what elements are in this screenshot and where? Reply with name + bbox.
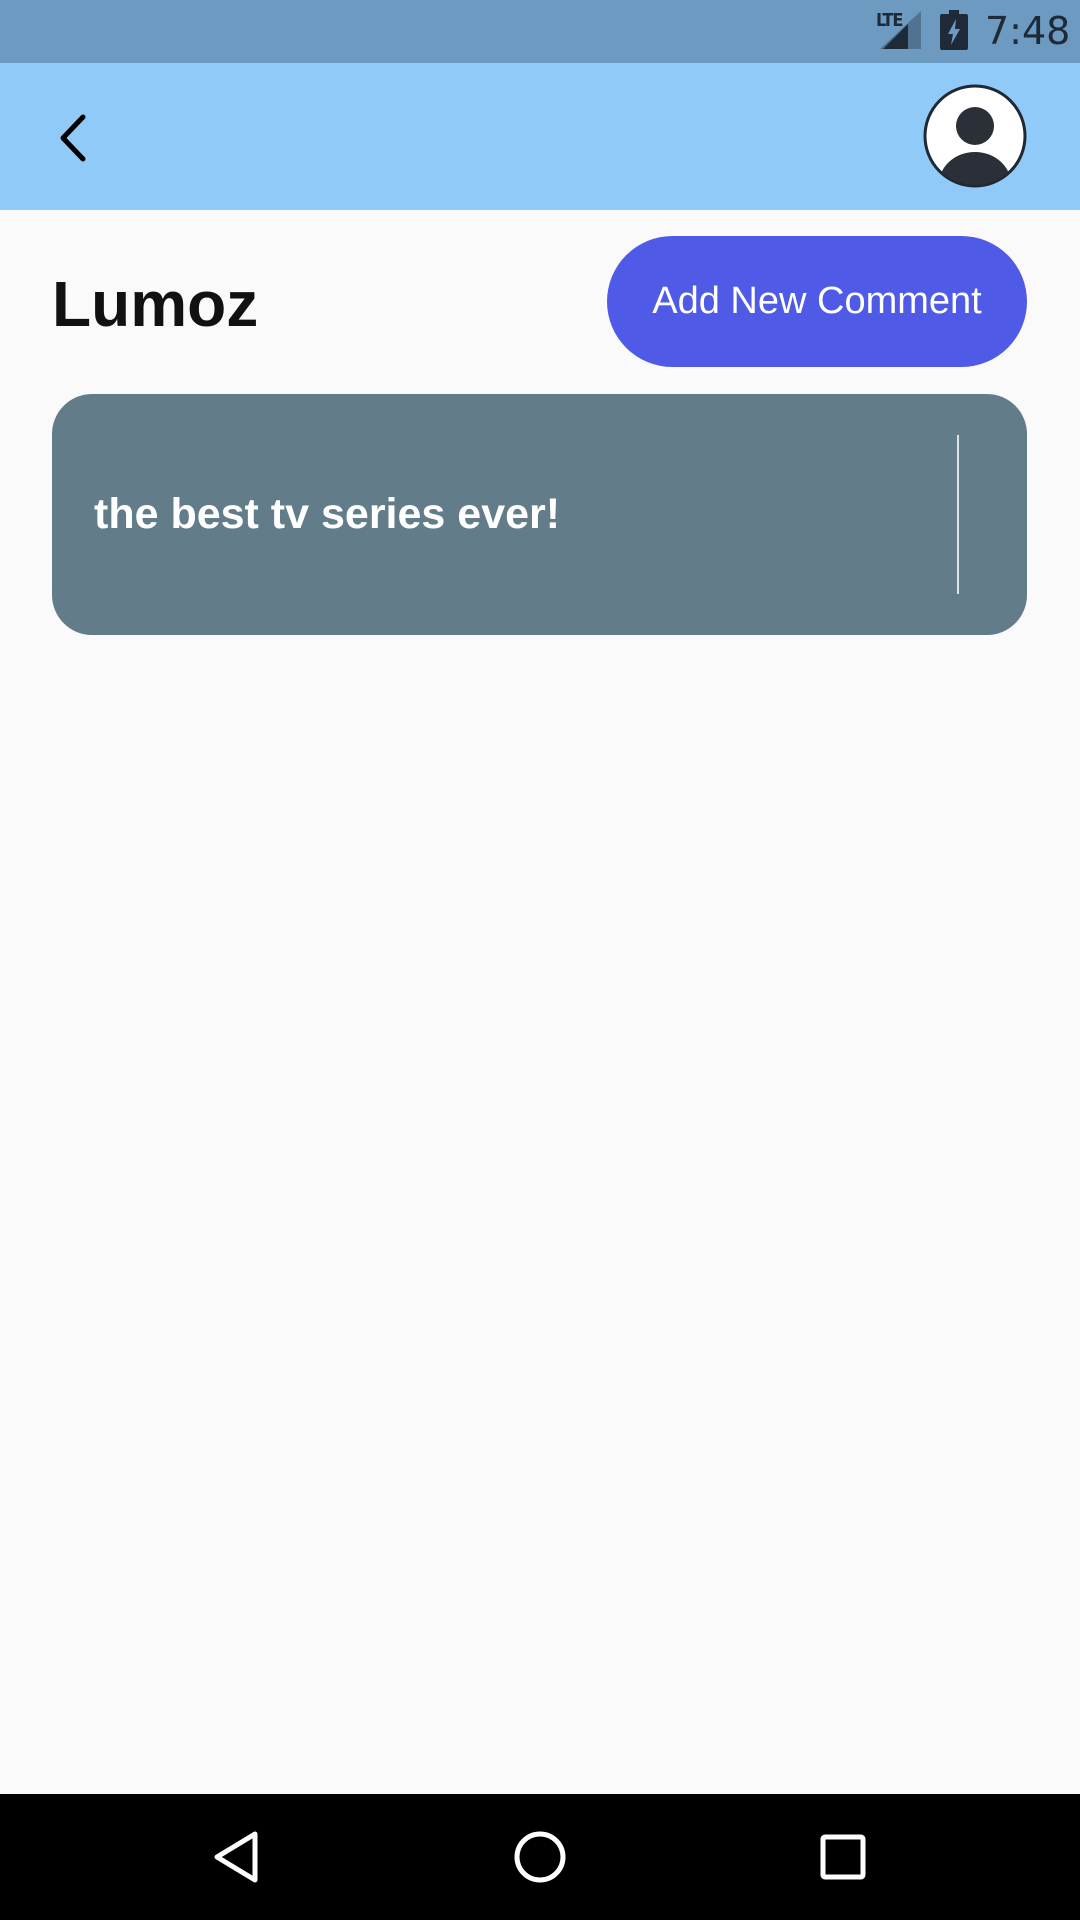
battery-charging-icon <box>940 10 968 50</box>
nav-recents-button[interactable] <box>810 1824 876 1890</box>
nav-home-icon <box>514 1831 566 1883</box>
app-bar <box>0 63 1080 210</box>
comment-card[interactable]: the best tv series ever! <box>52 394 1027 635</box>
status-bar: LTE 7:48 <box>0 0 1080 63</box>
nav-back-icon <box>214 1831 258 1883</box>
navigation-bar <box>0 1794 1080 1920</box>
signal-icon <box>880 11 921 49</box>
nav-home-button[interactable] <box>507 1824 573 1890</box>
nav-back-button[interactable] <box>203 1824 269 1890</box>
back-arrow-icon <box>60 114 86 162</box>
comment-text: the best tv series ever! <box>94 490 561 538</box>
nav-recents-icon <box>820 1834 866 1880</box>
add-new-comment-button[interactable]: Add New Comment <box>607 236 1027 367</box>
back-button[interactable] <box>40 105 106 171</box>
user-avatar-icon[interactable] <box>923 84 1027 188</box>
page-title: Lumoz <box>52 268 259 340</box>
clock: 7:48 <box>985 9 1071 53</box>
comment-divider <box>957 435 959 594</box>
